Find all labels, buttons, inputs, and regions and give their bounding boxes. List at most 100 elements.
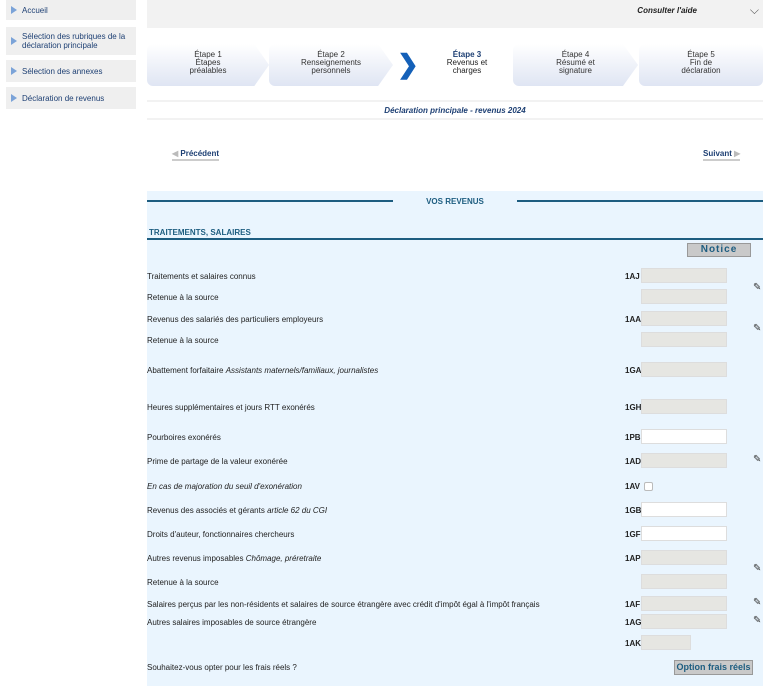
amount-input-1AD[interactable]	[641, 453, 727, 468]
box-code: 1PB	[625, 433, 641, 442]
previous-button[interactable]: ◀ Précédent	[172, 149, 220, 161]
page-title: Déclaration principale - revenus 2024	[147, 100, 763, 120]
pencil-icon[interactable]: ✎	[753, 282, 761, 293]
amount-input[interactable]	[641, 332, 727, 347]
label-text: Pourboires exonérés	[147, 433, 221, 442]
current-step-arrow-icon: ❯	[397, 49, 419, 79]
box-code: 1AJ	[625, 272, 640, 281]
pencil-icon[interactable]: ✎	[753, 323, 761, 334]
box-code: 1GA	[625, 366, 642, 375]
sidebar-item-annexes[interactable]: Sélection des annexes	[6, 60, 136, 82]
amount-input-1AF[interactable]	[641, 596, 727, 611]
triangle-icon	[11, 37, 17, 45]
step-2: Étape 2 Renseignements personnels	[269, 44, 393, 86]
step-progress: Étape 1 Étapes préalables Étape 2 Renseign…	[147, 44, 763, 86]
step-5: Étape 5 Fin de déclaration	[639, 44, 763, 86]
amount-input[interactable]	[641, 574, 727, 589]
label-text: Heures supplémentaires et jours RTT exon…	[147, 403, 315, 412]
sidebar-item-label: Accueil	[22, 5, 48, 15]
field-label: Retenue à la source	[147, 336, 219, 345]
sidebar-item-accueil[interactable]: Accueil	[6, 0, 136, 20]
previous-label: Précédent	[180, 149, 220, 158]
amount-input-1GA[interactable]	[641, 362, 727, 377]
step-label: Résumé et signature	[556, 58, 595, 75]
sidebar-item-label: Sélection des annexes	[22, 66, 103, 76]
label-text: Autres salaires imposables de source étr…	[147, 618, 317, 627]
step-1: Étape 1 Étapes préalables	[147, 44, 269, 86]
label-text: Traitements et salaires connus	[147, 272, 256, 281]
label-emphasis: En cas de majoration du seuil d'exonérat…	[147, 482, 302, 491]
box-code: 1AK	[625, 639, 642, 648]
amount-input-1GF[interactable]	[641, 526, 727, 541]
box-code: 1AD	[625, 457, 642, 466]
label-emphasis: Chômage, préretraite	[245, 554, 322, 563]
sidebar-item-declaration[interactable]: Déclaration de revenus	[6, 87, 136, 109]
box-code: 1AV	[625, 482, 640, 491]
frais-reels-question: Souhaitez-vous opter pour les frais réel…	[147, 663, 297, 672]
box-code: 1AA	[625, 315, 642, 324]
box-code: 1AG	[625, 618, 642, 627]
box-code: 1GH	[625, 403, 642, 412]
box-code: 1AF	[625, 600, 641, 609]
amount-input-1AG[interactable]	[641, 614, 727, 629]
label-text: Salaires perçus par les non-résidents et…	[147, 600, 540, 609]
label-text: Retenue à la source	[147, 293, 219, 302]
triangle-icon	[11, 67, 17, 75]
label-emphasis: Assistants maternels/familiaux, journali…	[225, 366, 379, 375]
label-text: Prime de partage de la valeur exonérée	[147, 457, 288, 466]
field-label: Pourboires exonérés	[147, 433, 221, 442]
income-form: VOS REVENUS TRAITEMENTS, SALAIRES Notice…	[147, 191, 763, 686]
sidebar-item-label: Déclaration de revenus	[22, 93, 105, 103]
sidebar-item-label: Sélection des rubriques de la déclaratio…	[22, 32, 126, 50]
subsection-title: TRAITEMENTS, SALAIRES	[147, 228, 763, 240]
top-bar: Consulter l'aide ⌵	[147, 0, 763, 28]
amount-input-1AA[interactable]	[641, 311, 727, 326]
label-text: Revenus des salariés des particuliers em…	[147, 315, 324, 324]
section-title: VOS REVENUS	[426, 197, 484, 206]
field-label: Salaires perçus par les non-résidents et…	[147, 600, 540, 609]
pencil-icon[interactable]: ✎	[753, 597, 761, 608]
label-emphasis: article 62 du CGI	[267, 506, 328, 515]
triangle-icon	[11, 94, 17, 102]
field-label: Abattement forfaitaire Assistants matern…	[147, 366, 378, 375]
field-label: Traitements et salaires connus	[147, 272, 256, 281]
amount-input-1GB[interactable]	[641, 502, 727, 517]
next-button[interactable]: Suivant ▶	[703, 149, 741, 161]
field-label: Revenus des associés et gérants article …	[147, 506, 327, 515]
amount-input[interactable]	[641, 289, 727, 304]
option-frais-reels-button[interactable]: Option frais réels	[674, 660, 753, 675]
step-label: Fin de déclaration	[681, 58, 721, 75]
amount-input-1AK[interactable]	[641, 635, 691, 650]
triangle-icon	[11, 6, 17, 14]
step-label: Renseignements personnels	[300, 58, 362, 75]
step-label: Étapes préalables	[189, 58, 227, 75]
pencil-icon[interactable]: ✎	[753, 615, 761, 626]
label-text: Droits d'auteur, fonctionnaires chercheu…	[147, 530, 295, 539]
amount-input-1AP[interactable]	[641, 550, 727, 565]
field-label: En cas de majoration du seuil d'exonérat…	[147, 482, 302, 491]
field-label: Autres salaires imposables de source étr…	[147, 618, 316, 627]
amount-input-1GH[interactable]	[641, 399, 727, 414]
field-label: Prime de partage de la valeur exonérée	[147, 457, 288, 466]
field-label: Autres revenus imposables Chômage, prére…	[147, 554, 321, 563]
amount-input-1PB[interactable]	[641, 429, 727, 444]
step-4: Étape 4 Résumé et signature	[513, 44, 638, 86]
right-arrow-icon: ▶	[731, 149, 741, 158]
step-label: Revenus et charges	[446, 58, 488, 75]
sidebar-item-rubriques[interactable]: Sélection des rubriques de la déclaratio…	[6, 27, 136, 55]
notice-button[interactable]: Notice	[687, 243, 751, 257]
checkbox-1AV[interactable]	[644, 482, 653, 491]
next-label: Suivant	[703, 149, 732, 158]
label-text: Autres revenus imposables	[147, 554, 246, 563]
field-label: Droits d'auteur, fonctionnaires chercheu…	[147, 530, 294, 539]
field-label: Revenus des salariés des particuliers em…	[147, 315, 323, 324]
pencil-icon[interactable]: ✎	[753, 454, 761, 465]
amount-input-1AJ[interactable]	[641, 268, 727, 283]
collapse-chevron-icon[interactable]: ⌵	[750, 3, 759, 18]
box-code: 1AP	[625, 554, 641, 563]
field-label: Retenue à la source	[147, 578, 219, 587]
help-link[interactable]: Consulter l'aide	[637, 6, 697, 15]
label-text: Retenue à la source	[147, 336, 219, 345]
box-code: 1GF	[625, 530, 641, 539]
pencil-icon[interactable]: ✎	[753, 563, 761, 574]
